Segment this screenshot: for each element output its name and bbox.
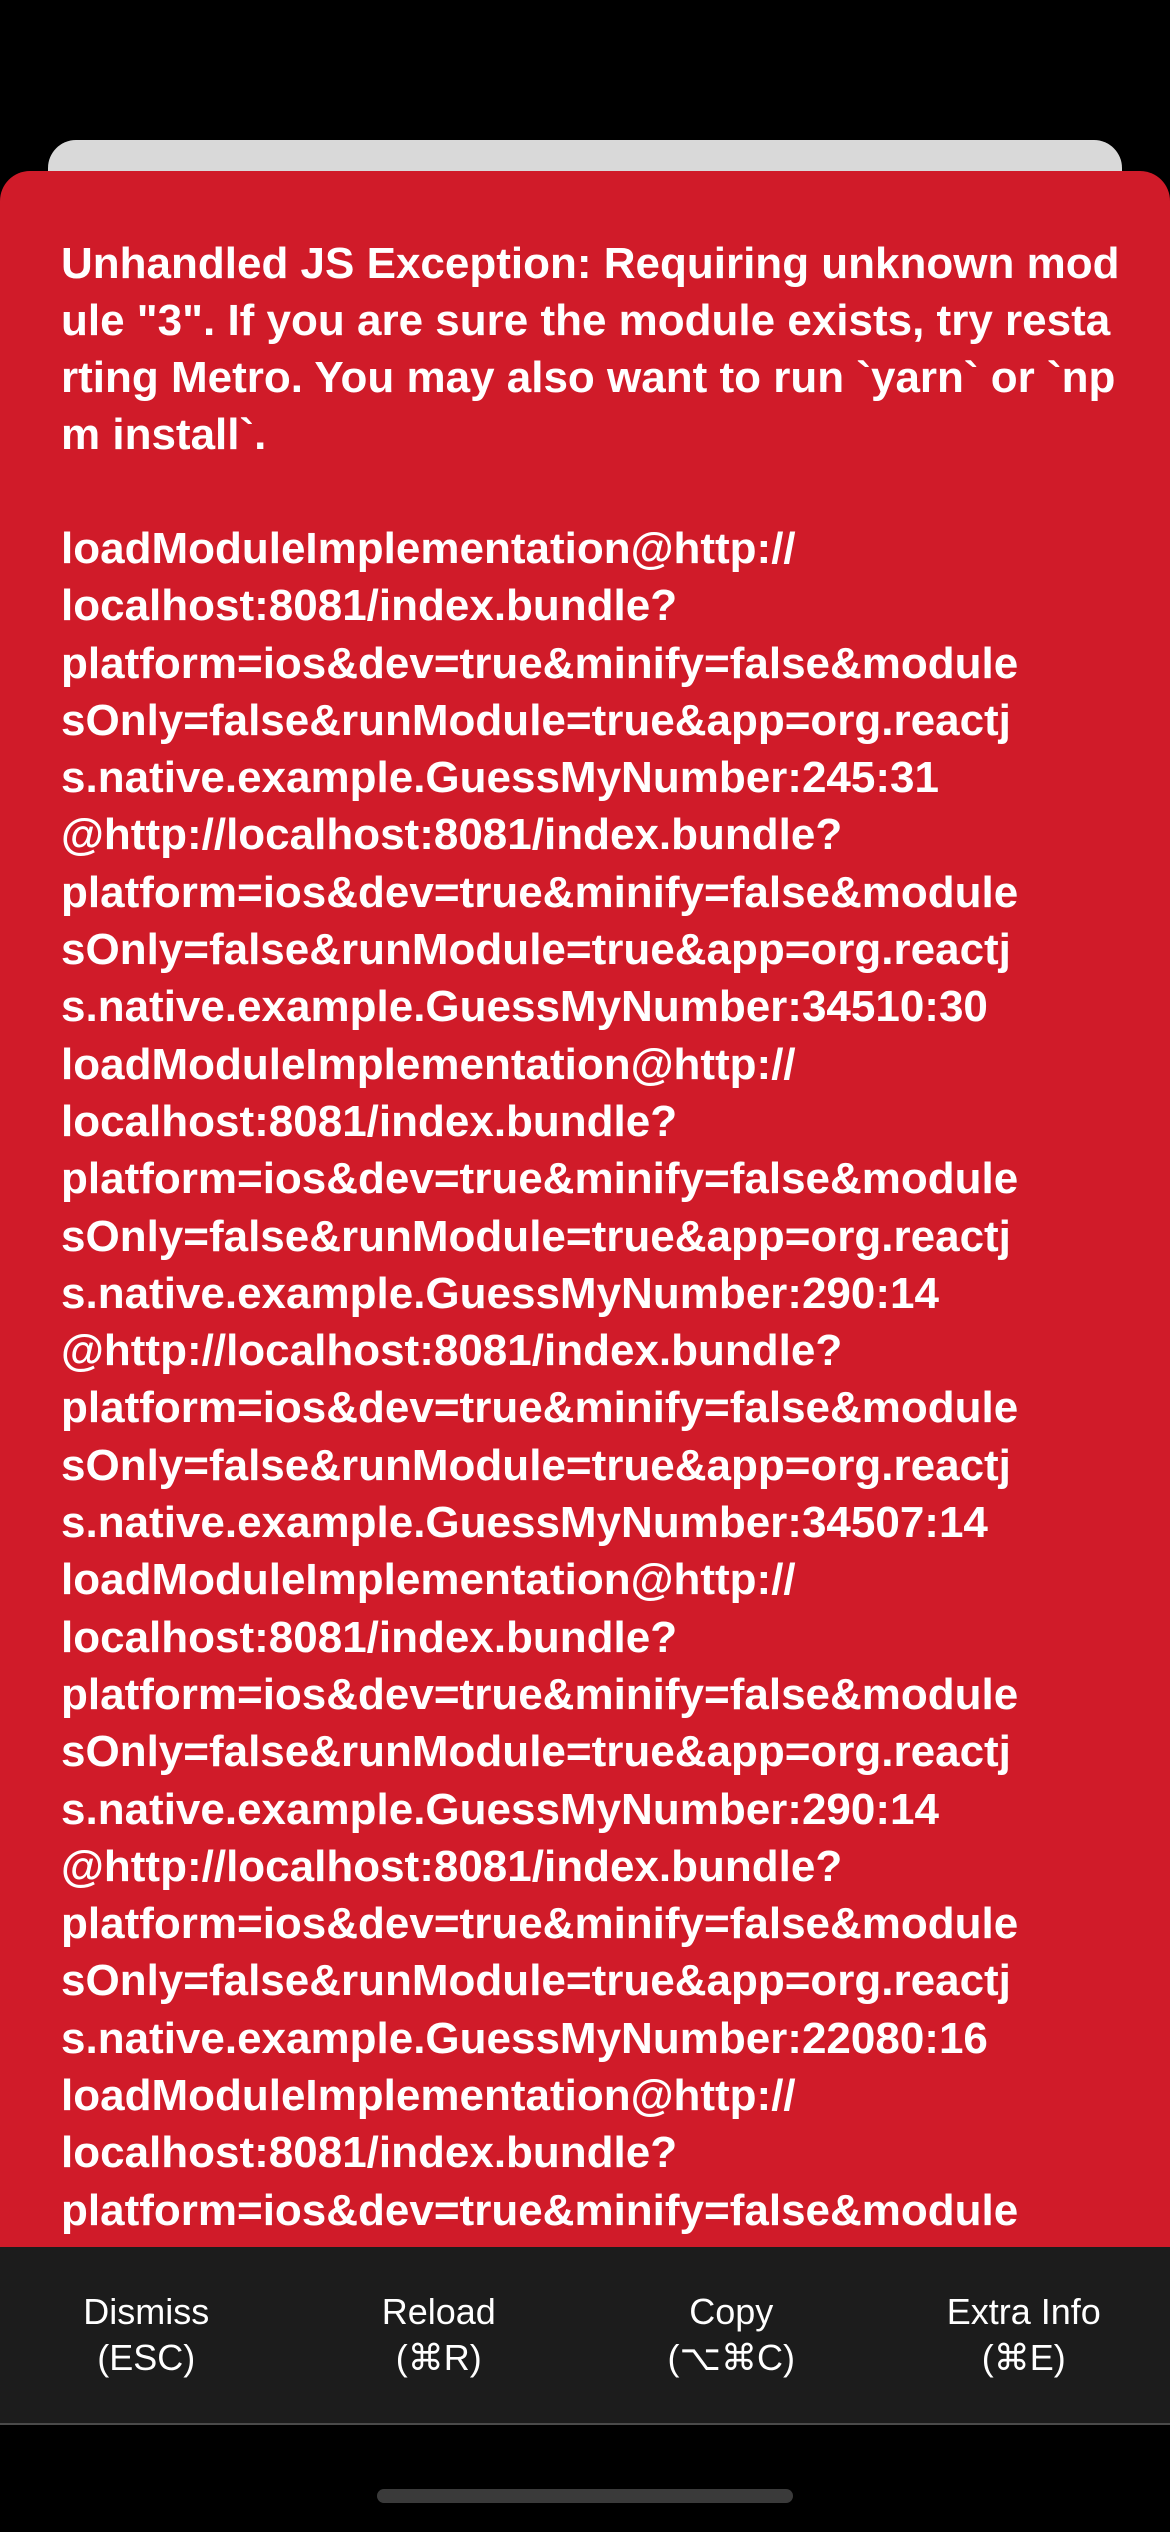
dismiss-label: Dismiss (83, 2291, 210, 2332)
stack-frame-line: @http://localhost:8081/index.bundle? (61, 810, 843, 860)
stack-frame-line: platform=ios&dev=true&minify=false&modul… (61, 1669, 1019, 1719)
stack-frame-line: sOnly=false&runModule=true&app=org.react… (61, 1956, 1011, 2006)
extra-info-button[interactable]: Extra Info (⌘E) (878, 2289, 1170, 2381)
copy-button[interactable]: Copy (⌥⌘C) (585, 2289, 878, 2381)
stack-frame-line: s.native.example.GuessMyNumber:22080:16 (61, 2013, 988, 2063)
stack-frame-line: @http://localhost:8081/index.bundle? (61, 1841, 843, 1891)
stack-frame-line: sOnly=false&runModule=true&app=org.react… (61, 695, 1011, 745)
reload-shortcut: (⌘R) (395, 2337, 482, 2378)
stack-frame-line: localhost:8081/index.bundle? (61, 1612, 678, 1662)
stack-frame-line: localhost:8081/index.bundle? (61, 1096, 678, 1146)
stack-frame-line: platform=ios&dev=true&minify=false&modul… (61, 1154, 1019, 1204)
stack-frame-line: @http://localhost:8081/index.bundle? (61, 1326, 843, 1376)
stack-trace: loadModuleImplementation@http:// localhos… (61, 520, 1121, 2247)
error-toolbar: Dismiss (ESC) Reload (⌘R) Copy (⌥⌘C) Ext… (0, 2247, 1170, 2425)
extra-info-label: Extra Info (946, 2291, 1101, 2332)
home-indicator (377, 2489, 793, 2503)
stack-frame-line: loadModuleImplementation@http:// (61, 2071, 796, 2121)
stack-frame-line: localhost:8081/index.bundle? (61, 581, 678, 631)
stack-frame-line: platform=ios&dev=true&minify=false&modul… (61, 1899, 1019, 1949)
stack-frame-line: loadModuleImplementation@http:// (61, 1555, 796, 1605)
stack-frame-line: loadModuleImplementation@http:// (61, 1039, 796, 1089)
stack-frame-line: localhost:8081/index.bundle? (61, 2128, 678, 2178)
stack-frame-line: sOnly=false&runModule=true&app=org.react… (61, 2239, 1121, 2247)
stack-frame-line: s.native.example.GuessMyNumber:34507:14 (61, 1498, 988, 1548)
dismiss-shortcut: (ESC) (97, 2337, 196, 2378)
reload-label: Reload (381, 2291, 496, 2332)
dismiss-button[interactable]: Dismiss (ESC) (0, 2289, 293, 2381)
stack-frame-line: platform=ios&dev=true&minify=false&modul… (61, 867, 1019, 917)
stack-frame-line: sOnly=false&runModule=true&app=org.react… (61, 925, 1011, 975)
stack-frame-line: s.native.example.GuessMyNumber:34510:30 (61, 982, 988, 1032)
extra-info-shortcut: (⌘E) (981, 2337, 1066, 2378)
stack-frame-line: s.native.example.GuessMyNumber:290:14 (61, 1784, 939, 1834)
stack-frame-line: sOnly=false&runModule=true&app=org.react… (61, 1211, 1011, 1261)
stack-frame-line: platform=ios&dev=true&minify=false&modul… (61, 1383, 1019, 1433)
stack-frame-line: s.native.example.GuessMyNumber:245:31 (61, 753, 939, 803)
reload-button[interactable]: Reload (⌘R) (293, 2289, 586, 2381)
redbox-screen: Unhandled JS Exception: Requiring unknow… (0, 0, 1170, 2532)
copy-label: Copy (689, 2291, 774, 2332)
stack-frame-line: platform=ios&dev=true&minify=false&modul… (61, 638, 1019, 688)
stack-frame-line: sOnly=false&runModule=true&app=org.react… (61, 1727, 1011, 1777)
stack-frame-line: platform=ios&dev=true&minify=false&modul… (61, 2185, 1019, 2235)
stack-frame-line: sOnly=false&runModule=true&app=org.react… (61, 1440, 1011, 1490)
error-panel[interactable]: Unhandled JS Exception: Requiring unknow… (0, 171, 1170, 2247)
error-message: Unhandled JS Exception: Requiring unknow… (61, 239, 1120, 459)
copy-shortcut: (⌥⌘C) (667, 2337, 795, 2378)
stack-frame-line: loadModuleImplementation@http:// (61, 524, 796, 573)
stack-frame-line: s.native.example.GuessMyNumber:290:14 (61, 1268, 939, 1318)
